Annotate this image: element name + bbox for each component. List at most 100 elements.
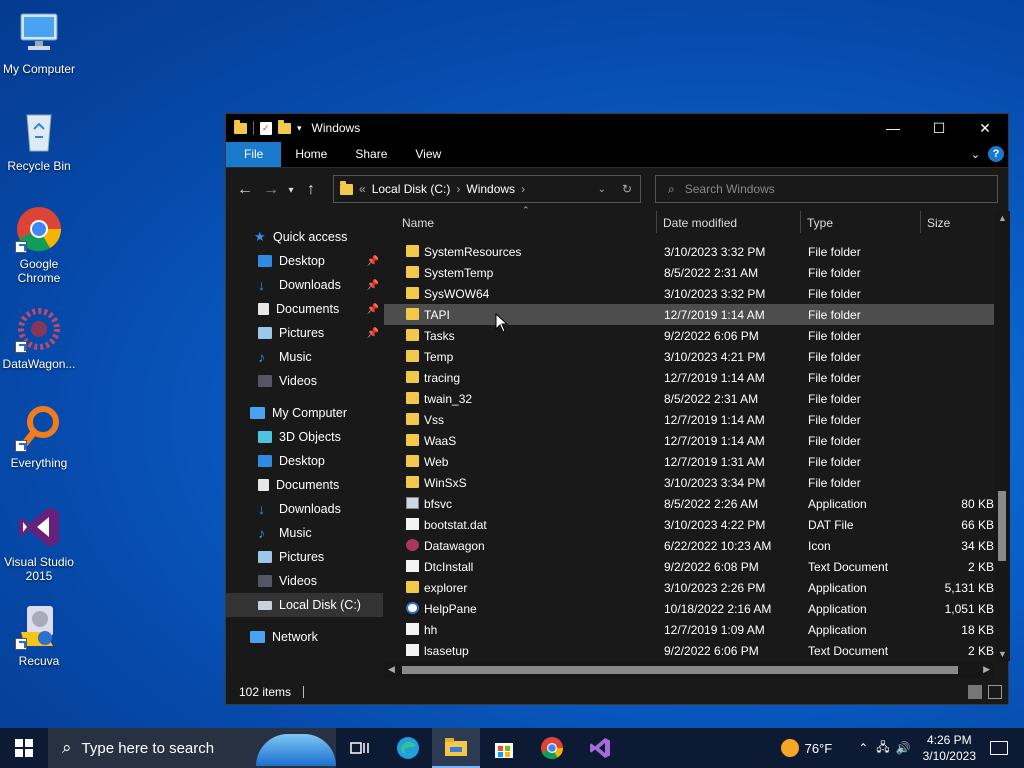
table-row[interactable]: HelpPane 10/18/2022 2:16 AM Application 1,0… — [384, 598, 994, 619]
nav-videos[interactable]: Videos — [226, 569, 383, 593]
close-button[interactable]: ✕ — [962, 114, 1008, 142]
maximize-button[interactable]: ☐ — [916, 114, 962, 142]
taskbar-search-box[interactable]: ⌕ Type here to search — [48, 728, 336, 768]
divider[interactable] — [800, 211, 801, 233]
task-view-button[interactable] — [336, 728, 384, 768]
nav-desktop[interactable]: Desktop — [226, 449, 383, 473]
table-row[interactable]: bfsvc 8/5/2022 2:26 AM Application 80 KB — [384, 493, 994, 514]
nav-3d-objects[interactable]: 3D Objects — [226, 425, 383, 449]
column-type[interactable]: Type — [807, 216, 833, 230]
table-row[interactable]: explorer 3/10/2023 2:26 PM Application 5,13… — [384, 577, 994, 598]
nav-quick-downloads[interactable]: ↓ Downloads 📌 — [226, 273, 383, 297]
forward-arrow-icon[interactable]: → — [258, 181, 284, 199]
vertical-scrollbar[interactable]: ▲ ▼ — [995, 211, 1010, 661]
minimize-button[interactable]: — — [870, 114, 916, 142]
chevron-up-icon[interactable]: ⌃ — [858, 741, 868, 755]
breadcrumb-windows[interactable]: Windows — [466, 182, 515, 196]
tab-view[interactable]: View — [401, 142, 455, 167]
scroll-thumb[interactable] — [998, 491, 1006, 561]
horizontal-scrollbar[interactable]: ◀ ▶ — [384, 662, 994, 678]
table-row[interactable]: lsasetup 9/2/2022 6:06 PM Text Document 2 K… — [384, 640, 994, 661]
nav-network[interactable]: Network — [226, 625, 383, 649]
clock[interactable]: 4:26 PM 3/10/2023 — [923, 732, 976, 764]
refresh-icon[interactable]: ↻ — [622, 182, 632, 196]
column-name[interactable]: Name — [402, 216, 434, 230]
divider[interactable] — [656, 211, 657, 233]
nav-my-computer[interactable]: My Computer — [226, 401, 383, 425]
nav-quick-videos[interactable]: Videos — [226, 369, 383, 393]
nav-quick-documents[interactable]: Documents 📌 — [226, 297, 383, 321]
chevron-right-icon[interactable]: › — [456, 182, 460, 196]
nav-local-disk[interactable]: Local Disk (C:) — [226, 593, 383, 617]
help-icon[interactable]: ? — [988, 146, 1004, 162]
up-arrow-icon[interactable]: ↑ — [298, 181, 324, 199]
desktop-icon-recycle-bin[interactable]: Recycle Bin — [0, 107, 78, 173]
nav-quick-desktop[interactable]: Desktop 📌 — [226, 249, 383, 273]
nav-quick-pictures[interactable]: Pictures 📌 — [226, 321, 383, 345]
weather-temperature[interactable]: 76°F — [805, 741, 833, 756]
table-row[interactable]: SysWOW64 3/10/2023 3:32 PM File folder — [384, 283, 994, 304]
desktop-icon-datawagon[interactable]: DataWagon... — [0, 305, 78, 371]
table-row[interactable]: TAPI 12/7/2019 1:14 AM File folder — [384, 304, 994, 325]
desktop-icon-recuva[interactable]: Recuva — [0, 602, 78, 668]
desktop-icon-my-computer[interactable]: My Computer — [0, 10, 78, 76]
start-button[interactable] — [0, 728, 48, 768]
table-row[interactable]: Datawagon 6/22/2022 10:23 AM Icon 34 KB — [384, 535, 994, 556]
table-row[interactable]: WaaS 12/7/2019 1:14 AM File folder — [384, 430, 994, 451]
weather-sun-icon[interactable] — [780, 739, 799, 757]
network-icon[interactable]: 🖧 — [876, 738, 889, 759]
nav-downloads[interactable]: ↓ Downloads — [226, 497, 383, 521]
new-folder-icon[interactable] — [278, 119, 291, 134]
column-date[interactable]: Date modified — [663, 216, 737, 230]
taskbar-chrome[interactable] — [528, 728, 576, 768]
recent-locations-icon[interactable]: ▾ — [284, 185, 298, 196]
tab-home[interactable]: Home — [281, 142, 341, 167]
scroll-thumb[interactable] — [402, 666, 958, 674]
properties-icon[interactable]: ✓ — [260, 121, 272, 135]
scroll-left-icon[interactable]: ◀ — [388, 664, 395, 675]
chevron-down-icon[interactable]: ▾ — [297, 123, 302, 134]
taskbar-visual-studio[interactable] — [576, 728, 624, 768]
tab-file[interactable]: File — [226, 142, 282, 167]
pin-icon[interactable]: 📌 — [367, 256, 379, 267]
nav-quick-music[interactable]: ♪ Music — [226, 345, 383, 369]
scroll-right-icon[interactable]: ▶ — [983, 664, 990, 675]
address-bar[interactable]: « Local Disk (C:) › Windows › ⌄ ↻ — [333, 175, 641, 203]
pin-icon[interactable]: 📌 — [367, 304, 379, 315]
tab-share[interactable]: Share — [341, 142, 401, 167]
table-row[interactable]: SystemTemp 8/5/2022 2:31 AM File folder — [384, 262, 994, 283]
search-box[interactable]: ⌕ Search Windows — [655, 175, 998, 203]
taskbar-edge[interactable] — [384, 728, 432, 768]
table-row[interactable]: SystemResources 3/10/2023 3:32 PM File fol… — [384, 241, 994, 262]
address-dropdown-icon[interactable]: ⌄ — [598, 184, 606, 195]
nav-quick-access[interactable]: ★ Quick access — [226, 225, 383, 249]
table-row[interactable]: tracing 12/7/2019 1:14 AM File folder — [384, 367, 994, 388]
desktop-icon-google-chrome[interactable]: Google Chrome — [0, 205, 78, 285]
nav-documents[interactable]: Documents — [226, 473, 383, 497]
nav-pictures[interactable]: Pictures — [226, 545, 383, 569]
table-row[interactable]: Tasks 9/2/2022 6:06 PM File folder — [384, 325, 994, 346]
table-row[interactable]: Vss 12/7/2019 1:14 AM File folder — [384, 409, 994, 430]
taskbar-file-explorer[interactable] — [432, 728, 480, 768]
pin-icon[interactable]: 📌 — [367, 328, 379, 339]
table-row[interactable]: hh 12/7/2019 1:09 AM Application 18 KB — [384, 619, 994, 640]
divider[interactable] — [920, 211, 921, 233]
expand-ribbon-icon[interactable]: ⌄ — [971, 148, 980, 161]
desktop-icon-visual-studio[interactable]: Visual Studio 2015 — [0, 503, 78, 583]
notification-icon[interactable] — [990, 741, 1008, 755]
table-row[interactable]: bootstat.dat 3/10/2023 4:22 PM DAT File 66 … — [384, 514, 994, 535]
pin-icon[interactable]: 📌 — [367, 280, 379, 291]
large-icons-view-icon[interactable] — [988, 685, 1002, 699]
table-row[interactable]: DtcInstall 9/2/2022 6:08 PM Text Document 2… — [384, 556, 994, 577]
column-size[interactable]: Size — [927, 216, 950, 230]
taskbar-store[interactable] — [480, 728, 528, 768]
details-view-icon[interactable] — [968, 685, 982, 699]
table-row[interactable]: WinSxS 3/10/2023 3:34 PM File folder — [384, 472, 994, 493]
address-overflow[interactable]: « — [359, 182, 366, 196]
table-row[interactable]: Temp 3/10/2023 4:21 PM File folder — [384, 346, 994, 367]
volume-icon[interactable]: 🔊 — [896, 741, 911, 755]
scroll-down-icon[interactable]: ▼ — [998, 649, 1007, 659]
table-row[interactable]: Web 12/7/2019 1:31 AM File folder — [384, 451, 994, 472]
desktop-icon-everything[interactable]: Everything — [0, 404, 78, 470]
table-row[interactable]: twain_32 8/5/2022 2:31 AM File folder — [384, 388, 994, 409]
